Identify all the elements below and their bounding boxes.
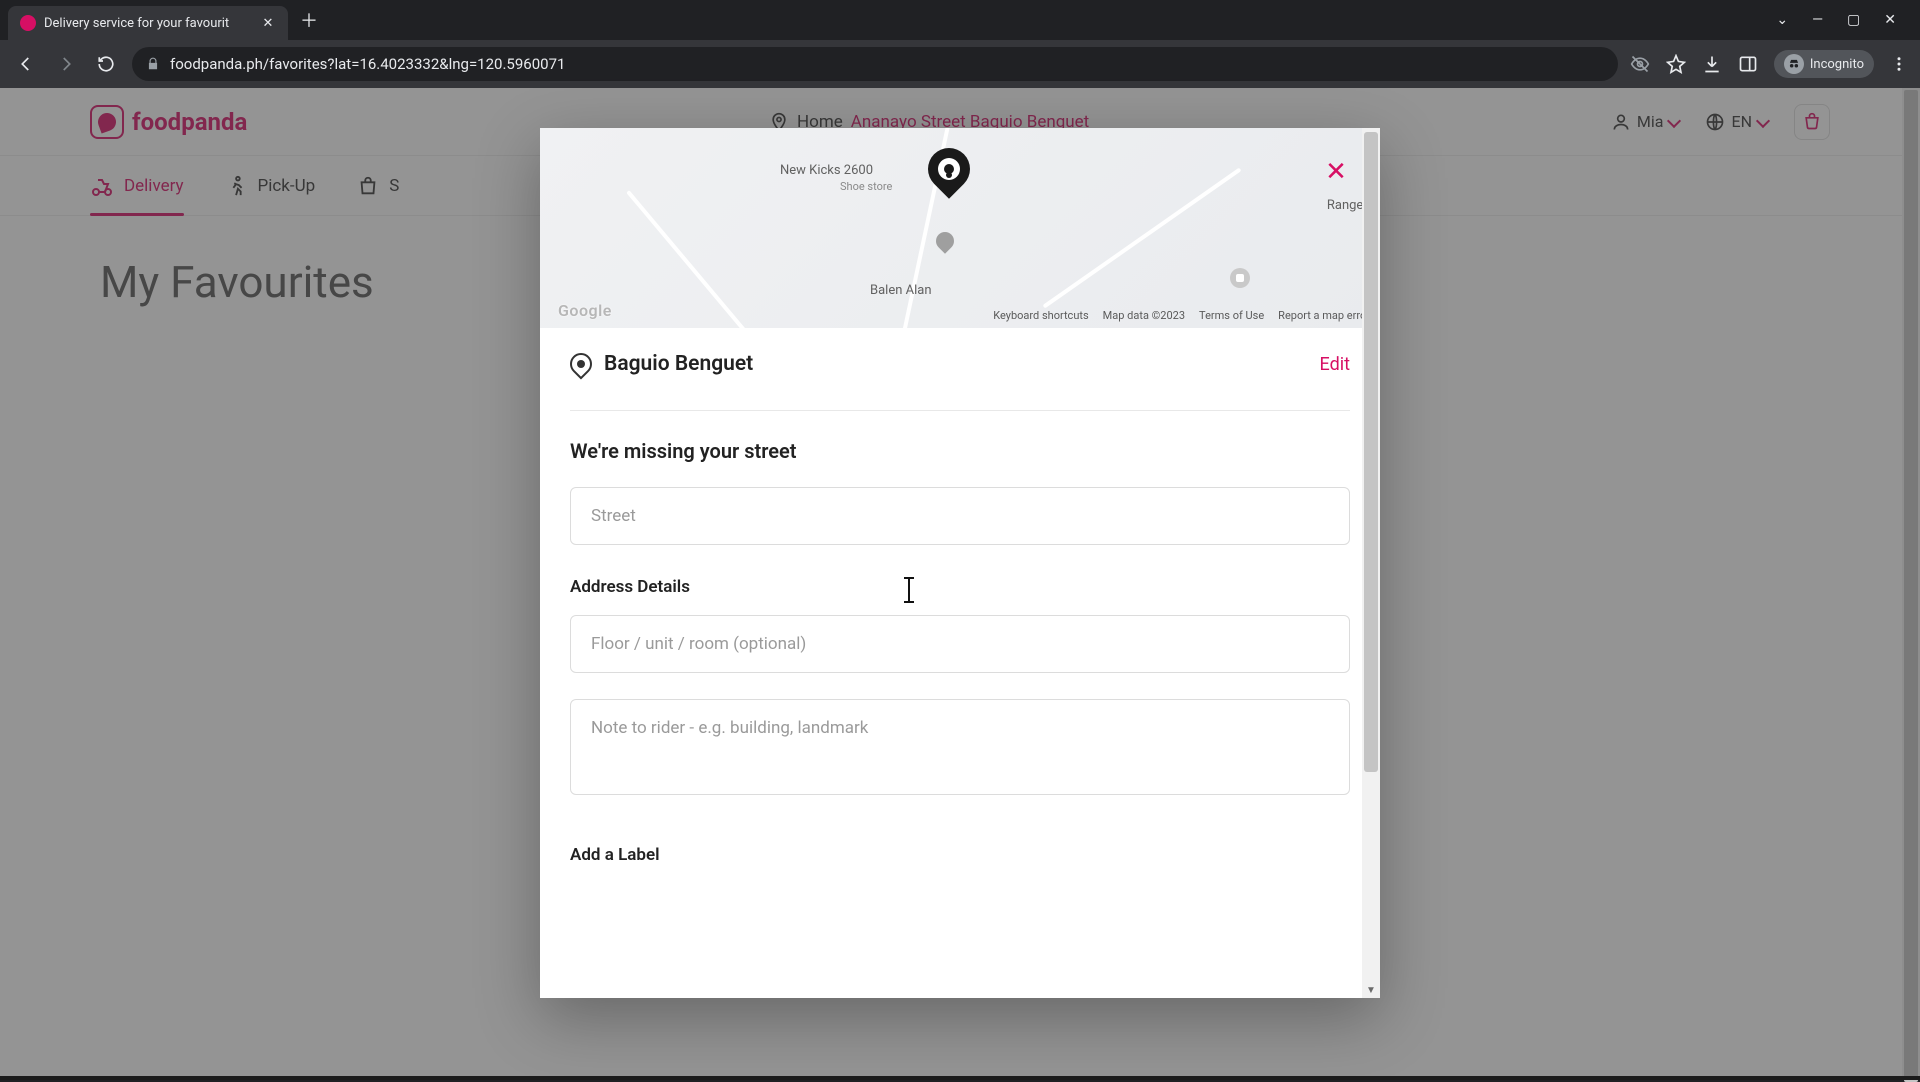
window-controls: ⌄ ― ▢ ✕ [1776,12,1912,28]
incognito-chip[interactable]: Incognito [1774,50,1874,78]
maximize-icon[interactable]: ▢ [1847,12,1860,28]
star-icon[interactable] [1666,54,1686,74]
browser-chrome: Delivery service for your favourit ✕ ＋ ⌄… [0,0,1920,88]
tab-favicon [20,15,36,31]
street-input[interactable] [570,487,1350,545]
browser-tab[interactable]: Delivery service for your favourit ✕ [8,6,288,40]
secondary-pin-icon [936,232,954,258]
eye-off-icon[interactable] [1630,54,1650,74]
map-poi-label: New Kicks 2600 [780,163,873,178]
map-preview[interactable]: New Kicks 2600 Shoe store Balen Alan Ran… [540,128,1380,328]
incognito-icon [1784,54,1804,74]
menu-icon[interactable] [1890,55,1908,73]
tab-title: Delivery service for your favourit [44,16,252,31]
toolbar-actions: Incognito [1630,50,1908,78]
tab-close-icon[interactable]: ✕ [260,15,276,31]
floor-unit-input[interactable] [570,615,1350,673]
map-footer: Keyboard shortcuts Map data ©2023 Terms … [993,309,1370,322]
scroll-down-icon[interactable]: ▼ [1365,984,1377,996]
rider-note-input[interactable] [570,699,1350,795]
shop-dot-icon [1230,268,1250,288]
browser-toolbar: foodpanda.ph/favorites?lat=16.4023332&ln… [0,40,1920,88]
close-modal-button[interactable]: ✕ [1320,156,1352,188]
tab-strip: Delivery service for your favourit ✕ ＋ ⌄… [0,0,1920,40]
address-modal: New Kicks 2600 Shoe store Balen Alan Ran… [540,128,1380,998]
panel-icon[interactable] [1738,54,1758,74]
add-label-heading: Add a Label [570,845,1350,865]
reload-button[interactable] [92,50,120,78]
pin-icon [565,348,596,379]
missing-street-heading: We're missing your street [570,439,1350,463]
forward-button[interactable] [52,50,80,78]
location-name: Baguio Benguet [604,352,753,376]
map-terms-link[interactable]: Terms of Use [1199,309,1264,322]
viewport: foodpanda Home Ananayo Street Baguio Ben… [0,88,1920,1080]
modal-content: New Kicks 2600 Shoe store Balen Alan Ran… [540,128,1380,998]
modal-body: Baguio Benguet Edit We're missing your s… [540,328,1380,913]
download-icon[interactable] [1702,54,1722,74]
address-details-heading: Address Details [570,577,1350,597]
map-pin-icon [928,148,970,200]
map-keyboard-link[interactable]: Keyboard shortcuts [993,309,1088,322]
back-button[interactable] [12,50,40,78]
chevron-down-icon[interactable]: ⌄ [1776,12,1788,28]
map-poi-label: Balen Alan [870,283,932,298]
map-poi-sublabel: Shoe store [840,180,892,193]
minimize-icon[interactable]: ― [1812,12,1823,28]
edit-location-link[interactable]: Edit [1320,354,1350,375]
text-cursor-icon [908,578,910,602]
new-tab-button[interactable]: ＋ [300,7,318,33]
map-report-link[interactable]: Report a map error [1278,309,1370,322]
incognito-label: Incognito [1810,57,1864,72]
google-attribution: Google [558,301,612,320]
map-data-text: Map data ©2023 [1103,309,1185,322]
modal-scrollbar[interactable]: ▲ ▼ [1362,128,1380,998]
lock-icon [146,57,160,71]
close-window-icon[interactable]: ✕ [1884,12,1896,28]
location-row: Baguio Benguet Edit [570,352,1350,376]
taskbar [0,1076,1920,1080]
divider [570,410,1350,411]
url-text: foodpanda.ph/favorites?lat=16.4023332&ln… [170,55,565,73]
scrollbar-thumb[interactable] [1364,132,1378,772]
address-bar[interactable]: foodpanda.ph/favorites?lat=16.4023332&ln… [132,47,1618,81]
